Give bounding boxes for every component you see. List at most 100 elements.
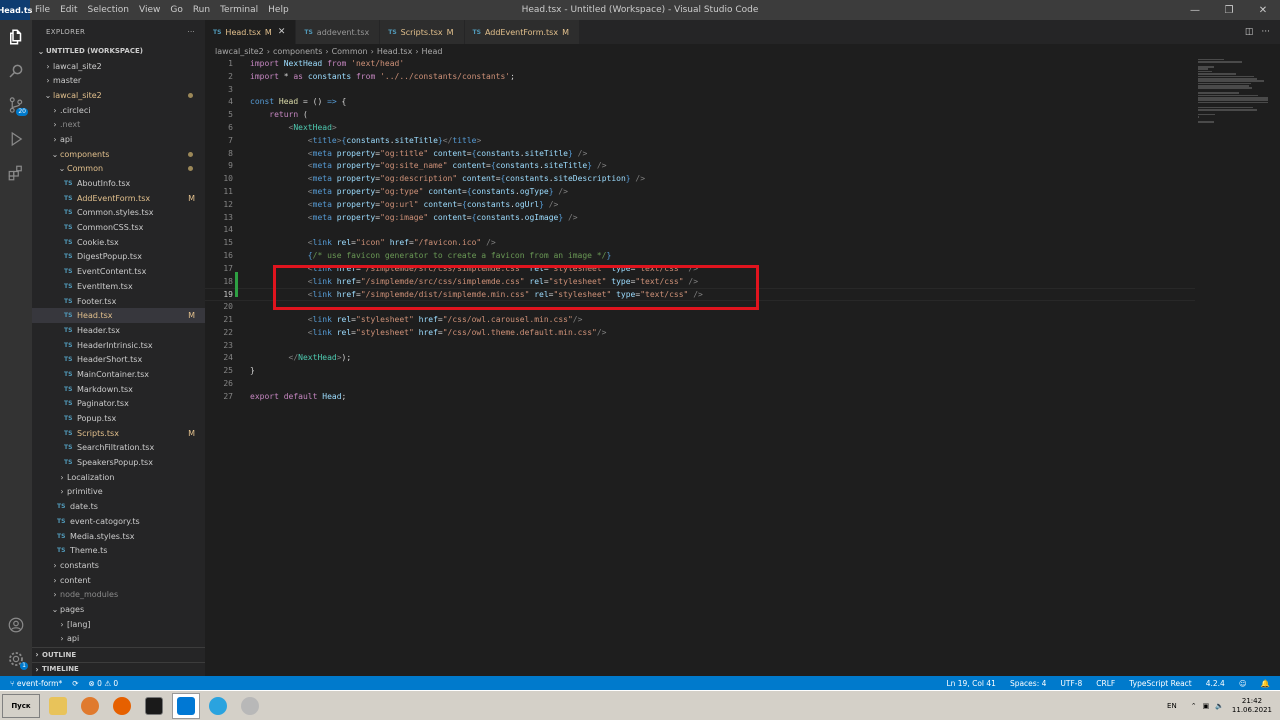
tree-folder[interactable]: › .next [32,117,205,132]
minimize-icon[interactable]: — [1178,0,1212,20]
tree-file[interactable]: TS HeaderShort.tsx [32,352,205,367]
tree-folder[interactable]: › [lang] [32,617,205,632]
sync-icon[interactable]: ⟳ [72,679,78,688]
split-editor-icon[interactable]: ◫ [1245,27,1254,37]
tree-file[interactable]: TS AddEventForm.tsx M [32,191,205,206]
feedback-icon[interactable]: ☺ [1239,679,1247,688]
extensions-icon[interactable] [0,156,32,190]
breadcrumb-item[interactable]: Head [422,47,443,56]
menu-edit[interactable]: Edit [55,0,82,20]
tree-file[interactable]: TS EventContent.tsx [32,264,205,279]
tree-file[interactable]: TS HeaderIntrinsic.tsx [32,338,205,353]
manage-gear-icon[interactable]: 1 [0,642,32,676]
tree-folder[interactable]: › primitive [32,485,205,500]
tree-file[interactable]: TS Theme.ts [32,543,205,558]
terminal-icon[interactable] [140,693,168,719]
tree-file[interactable]: TS Cookie.tsx [32,235,205,250]
menu-selection[interactable]: Selection [83,0,134,20]
tree-folder[interactable]: › content [32,573,205,588]
tree-file[interactable]: TS Media.styles.tsx [32,529,205,544]
tool-app-icon[interactable] [236,693,264,719]
language-indicator[interactable]: EN [1167,702,1177,710]
more-actions-icon[interactable]: ··· [187,28,195,36]
tree-folder[interactable]: ⌄ pages [32,602,205,617]
close-icon[interactable]: ✕ [1246,0,1280,20]
menu-file[interactable]: File [30,0,55,20]
accounts-icon[interactable] [0,608,32,642]
outline-section[interactable]: › OUTLINE [32,647,205,662]
tree-file[interactable]: TS Popup.tsx [32,411,205,426]
tree-folder[interactable]: › master [32,73,205,88]
timeline-section[interactable]: › TIMELINE [32,661,205,677]
encoding[interactable]: UTF-8 [1060,679,1082,688]
ts-version[interactable]: 4.2.4 [1206,679,1225,688]
tree-file[interactable]: TS Head.tsx M [32,308,205,324]
close-icon[interactable]: ✕ [278,27,286,37]
editor-tab[interactable]: TS addevent.tsx [296,20,381,44]
network-icon[interactable]: ▣ [1203,702,1210,710]
breadcrumb-item[interactable]: Head.tsx [377,47,413,56]
menu-terminal[interactable]: Terminal [215,0,263,20]
menu-run[interactable]: Run [188,0,215,20]
breadcrumb-item[interactable]: lawcal_site2 [215,47,264,56]
tree-folder[interactable]: › constants [32,558,205,573]
breadcrumb-item[interactable]: Common [332,47,368,56]
tree-file[interactable]: TS Header.tsx [32,323,205,338]
workspace-root[interactable]: ⌄ UNTITLED (WORKSPACE) [32,44,205,59]
menu-view[interactable]: View [134,0,165,20]
tree-folder[interactable]: ⌄ components [32,147,205,162]
source-control-icon[interactable]: 20 [0,88,32,122]
tree-file[interactable]: TS SpeakersPopup.tsx [32,455,205,470]
telegram-icon[interactable] [204,693,232,719]
editor-tab[interactable]: TS AddEventForm.tsx M [464,20,580,44]
tree-folder[interactable]: › api [32,632,205,647]
tree-folder[interactable]: ⌄ Common [32,162,205,177]
menu-go[interactable]: Go [165,0,187,20]
vscode-icon[interactable] [172,692,200,719]
tree-folder[interactable]: › Localization [32,470,205,485]
explorer-icon[interactable] [0,20,32,54]
language-mode[interactable]: TypeScript React [1129,679,1192,688]
tree-file[interactable]: TS EventItem.tsx [32,279,205,294]
tree-file[interactable]: TS DigestPopup.tsx [32,250,205,265]
tree-file[interactable]: TS event-catogory.ts [32,514,205,529]
firefox-icon[interactable] [108,693,136,719]
problems-status[interactable]: ⊗ 0 ⚠ 0 [89,679,119,688]
start-button[interactable]: Пуск [2,693,40,718]
breadcrumb-item[interactable]: components [273,47,322,56]
editor-tab[interactable]: TS Scripts.tsx M [380,20,465,44]
media-player-icon[interactable] [76,693,104,719]
more-actions-icon[interactable]: ··· [1261,27,1270,37]
tree-folder[interactable]: › api [32,132,205,147]
tree-folder[interactable]: ⌄ lawcal_site2 [32,88,205,103]
end-of-line[interactable]: CRLF [1096,679,1115,688]
tree-file[interactable]: TS date.ts [32,499,205,514]
editor-tab[interactable]: TS Head.tsx M ✕ [205,20,297,44]
tree-file[interactable]: TS Markdown.tsx [32,382,205,397]
search-icon[interactable] [0,54,32,88]
volume-icon[interactable]: 🔈 [1215,702,1224,710]
tree-file[interactable]: TS Scripts.tsx M [32,426,205,441]
run-debug-icon[interactable] [0,122,32,156]
minimap[interactable] [1198,58,1268,123]
tree-file[interactable]: TS Paginator.tsx [32,397,205,412]
branch-status[interactable]: ⑂ event-form* [10,679,62,688]
tree-file[interactable]: TS Footer.tsx [32,294,205,309]
restore-icon[interactable]: ❐ [1212,0,1246,20]
tray-arrow-icon[interactable]: ⌃ [1191,702,1197,710]
explorer-app-icon[interactable] [44,693,72,719]
tree-folder[interactable]: › lawcal_site2 [32,59,205,74]
tree-file[interactable]: TS MainContainer.tsx [32,367,205,382]
menu-help[interactable]: Help [263,0,294,20]
tree-file[interactable]: TS SearchFiltration.tsx [32,441,205,456]
indentation[interactable]: Spaces: 4 [1010,679,1046,688]
tree-folder[interactable]: › .circleci [32,103,205,118]
notifications-icon[interactable]: 🔔 [1261,679,1270,688]
code-editor[interactable]: 1 import NextHead from 'next/head' 2 import… [205,58,1195,404]
tree-file[interactable]: TS CommonCSS.tsx [32,220,205,235]
tree-folder[interactable]: › node_modules [32,587,205,602]
tree-file[interactable]: TS AboutInfo.tsx [32,176,205,191]
cursor-position[interactable]: Ln 19, Col 41 [946,679,995,688]
clock[interactable]: 21:42 11.06.2021 [1232,697,1272,715]
tree-file[interactable]: TS Common.styles.tsx [32,206,205,221]
